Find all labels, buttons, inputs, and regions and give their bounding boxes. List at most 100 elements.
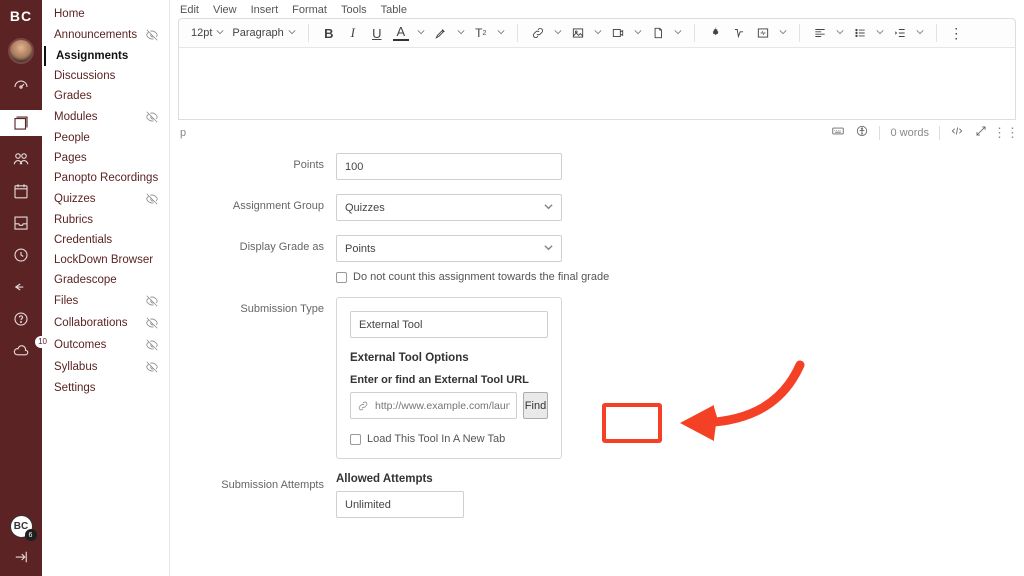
course-nav-item[interactable]: Announcements: [44, 24, 167, 46]
link-icon: [357, 400, 369, 412]
app-plugin-icon[interactable]: [707, 25, 723, 41]
course-nav-item[interactable]: Pages: [44, 148, 167, 168]
submission-type-select[interactable]: External Tool: [350, 311, 548, 338]
course-nav-item[interactable]: Rubrics: [44, 210, 167, 230]
display-grade-as-select[interactable]: Points: [336, 235, 562, 262]
course-nav-label: Rubrics: [54, 214, 93, 226]
hidden-eye-icon: [145, 338, 159, 352]
rce-editor-body[interactable]: [178, 48, 1016, 120]
course-nav-item[interactable]: People: [44, 128, 167, 148]
chevron-down-icon[interactable]: [674, 27, 682, 39]
course-nav-item[interactable]: Files: [44, 290, 167, 312]
chevron-down-icon[interactable]: [634, 27, 642, 39]
rce-menu-item[interactable]: Tools: [341, 4, 367, 16]
omit-final-label: Do not count this assignment towards the…: [353, 271, 609, 283]
chevron-down-icon[interactable]: [457, 27, 465, 39]
inbox-icon[interactable]: [0, 214, 42, 232]
rce-menu-item[interactable]: Format: [292, 4, 327, 16]
courses-icon[interactable]: [0, 110, 42, 136]
word-count[interactable]: 0 words: [890, 127, 929, 139]
underline-button[interactable]: U: [369, 25, 385, 41]
rce-menu-item[interactable]: Edit: [180, 4, 199, 16]
keyboard-shortcuts-icon[interactable]: [831, 124, 845, 141]
course-nav-label: Files: [54, 295, 78, 307]
font-size-select[interactable]: 12pt: [191, 27, 224, 39]
avatar[interactable]: [8, 38, 34, 64]
course-nav-item[interactable]: Assignments: [44, 46, 167, 66]
course-nav-item[interactable]: Gradescope: [44, 270, 167, 290]
rce-menu-item[interactable]: Table: [381, 4, 407, 16]
submission-type-label: Submission Type: [178, 297, 336, 315]
course-nav-item[interactable]: Credentials: [44, 230, 167, 250]
course-nav-label: Discussions: [54, 70, 115, 82]
course-nav-item[interactable]: Settings: [44, 378, 167, 398]
course-nav-item[interactable]: Quizzes: [44, 188, 167, 210]
course-nav-item[interactable]: LockDown Browser: [44, 250, 167, 270]
course-nav-label: Panopto Recordings: [54, 172, 158, 184]
course-nav-item[interactable]: Discussions: [44, 66, 167, 86]
italic-button[interactable]: I: [345, 25, 361, 41]
expand-nav-icon[interactable]: [0, 548, 42, 566]
chevron-down-icon[interactable]: [554, 27, 562, 39]
align-button[interactable]: [812, 25, 828, 41]
new-tab-checkbox[interactable]: [350, 434, 361, 445]
groups-icon[interactable]: [0, 150, 42, 168]
bold-button[interactable]: B: [321, 25, 337, 41]
highlight-button[interactable]: [433, 25, 449, 41]
course-nav-item[interactable]: Outcomes: [44, 334, 167, 356]
chevron-down-icon[interactable]: [779, 27, 787, 39]
html-view-icon[interactable]: [950, 124, 964, 141]
course-nav-label: Assignments: [56, 50, 128, 62]
resize-grip-icon[interactable]: ⋮⋮: [998, 125, 1014, 141]
dashboard-icon[interactable]: [0, 78, 42, 96]
chevron-down-icon[interactable]: [497, 27, 505, 39]
course-nav-item[interactable]: Modules: [44, 106, 167, 128]
chevron-down-icon[interactable]: [876, 27, 884, 39]
course-nav-item[interactable]: Collaborations: [44, 312, 167, 334]
history-icon[interactable]: [0, 246, 42, 264]
text-color-button[interactable]: A: [393, 25, 409, 41]
course-nav-label: Home: [54, 8, 85, 20]
chevron-down-icon[interactable]: [836, 27, 844, 39]
account-mini[interactable]: BC 6: [10, 515, 33, 538]
hidden-eye-icon: [145, 110, 159, 124]
omit-final-checkbox[interactable]: [336, 272, 347, 283]
course-nav-item[interactable]: Grades: [44, 86, 167, 106]
help-icon[interactable]: [0, 310, 42, 328]
equation-icon[interactable]: [731, 25, 747, 41]
find-button[interactable]: Find: [523, 392, 548, 419]
element-path[interactable]: p: [180, 127, 186, 139]
image-button[interactable]: [570, 25, 586, 41]
block-format-select[interactable]: Paragraph: [232, 27, 295, 39]
rce-menu-item[interactable]: Insert: [251, 4, 279, 16]
course-nav-label: Syllabus: [54, 361, 97, 373]
course-nav-item[interactable]: Home: [44, 4, 167, 24]
brand-logo[interactable]: BC: [10, 8, 32, 24]
chevron-down-icon[interactable]: [916, 27, 924, 39]
commons-icon[interactable]: [0, 278, 42, 296]
chevron-down-icon[interactable]: [594, 27, 602, 39]
accessibility-icon[interactable]: [855, 124, 869, 141]
allowed-attempts-select[interactable]: Unlimited: [336, 491, 464, 518]
rce-statusbar: p 0 words ⋮⋮: [178, 120, 1016, 145]
superscript-button[interactable]: T2: [473, 25, 489, 41]
cloud-icon[interactable]: 10: [0, 342, 42, 360]
fullscreen-icon[interactable]: [974, 124, 988, 141]
external-tool-url-field[interactable]: [375, 400, 510, 412]
bullet-list-button[interactable]: [852, 25, 868, 41]
indent-button[interactable]: [892, 25, 908, 41]
rce-menu-item[interactable]: View: [213, 4, 237, 16]
calendar-icon[interactable]: [0, 182, 42, 200]
course-nav-item[interactable]: Panopto Recordings: [44, 168, 167, 188]
course-nav-item[interactable]: Syllabus: [44, 356, 167, 378]
external-tool-options-header: External Tool Options: [350, 352, 548, 364]
embed-icon[interactable]: [755, 25, 771, 41]
media-button[interactable]: [610, 25, 626, 41]
more-toolbar-icon[interactable]: ⋮: [949, 25, 965, 41]
assignment-group-select[interactable]: Quizzes: [336, 194, 562, 221]
document-button[interactable]: [650, 25, 666, 41]
external-tool-url-input[interactable]: [350, 392, 517, 419]
link-button[interactable]: [530, 25, 546, 41]
points-input[interactable]: 100: [336, 153, 562, 180]
chevron-down-icon[interactable]: [417, 27, 425, 39]
